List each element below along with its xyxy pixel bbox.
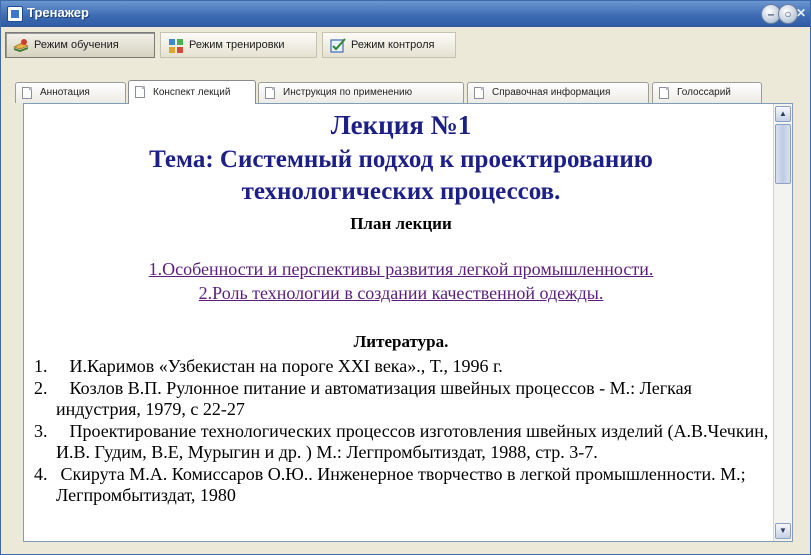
title-bar[interactable]: Тренажер – ○ ✕	[1, 1, 810, 27]
literature-item-number: 2.	[34, 378, 48, 398]
scroll-thumb[interactable]	[775, 124, 791, 184]
mode-control-button[interactable]: Режим контроля	[322, 32, 456, 58]
mode-training-button[interactable]: Режим тренировки	[160, 32, 317, 58]
tab-strip: Аннотация Конспект лекций Инструкция по …	[15, 80, 805, 104]
tab-instructions-label: Инструкция по применению	[283, 87, 413, 98]
literature-item-text: Проектирование технологических процессов…	[56, 421, 773, 462]
lecture-title: Лекция №1	[330, 110, 472, 140]
literature-item: 1. И.Каримов «Узбекистан на пороге XXI в…	[34, 356, 774, 377]
vertical-scrollbar[interactable]: ▲ ▼	[773, 104, 792, 541]
document-icon	[265, 87, 275, 99]
mode-learning-button[interactable]: Режим обучения	[5, 32, 155, 58]
document-icon	[135, 86, 145, 98]
window-title: Тренажер	[27, 5, 89, 20]
scroll-down-icon[interactable]: ▼	[775, 523, 791, 539]
mode-learning-label: Режим обучения	[34, 39, 119, 51]
plan-heading: План лекции	[350, 214, 452, 233]
literature-item: 3. Проектирование технологических процес…	[34, 421, 774, 463]
scroll-up-icon[interactable]: ▲	[775, 106, 791, 122]
tab-reference[interactable]: Справочная информация	[467, 82, 649, 103]
tab-glossary[interactable]: Голоссарий	[652, 82, 762, 103]
mode-training-label: Режим тренировки	[189, 39, 285, 51]
literature-heading: Литература.	[353, 332, 449, 351]
learning-icon	[13, 39, 29, 52]
mode-control-label: Режим контроля	[351, 39, 435, 51]
plan-link-1[interactable]: 1.Особенности и перспективы развития лег…	[34, 258, 768, 280]
document-icon	[22, 87, 32, 99]
lecture-topic-line1: Тема: Системный подход к проектированию	[149, 146, 653, 173]
lecture-topic-line2: технологических процессов.	[241, 178, 561, 205]
literature-item-number: 3.	[34, 421, 48, 441]
tab-reference-label: Справочная информация	[492, 87, 611, 98]
tab-annotation-label: Аннотация	[40, 87, 90, 98]
literature-item-text: Скирута М.А. Комиссаров О.Ю.. Инженерное…	[56, 464, 751, 505]
tab-glossary-label: Голоссарий	[677, 87, 731, 98]
lecture-content-pane[interactable]: Лекция №1 Тема: Системный подход к проек…	[23, 103, 793, 542]
tab-lecture-notes-label: Конспект лекций	[153, 87, 231, 98]
plan-link-2[interactable]: 2.Роль технологии в создании качественно…	[34, 282, 768, 304]
training-icon	[169, 39, 183, 53]
literature-item-number: 1.	[34, 356, 48, 376]
literature-item-number: 4.	[34, 464, 48, 484]
tab-lecture-notes[interactable]: Конспект лекций	[128, 80, 256, 104]
checkbox-icon	[330, 38, 346, 53]
literature-list: 1. И.Каримов «Узбекистан на пороге XXI в…	[34, 356, 774, 507]
app-icon	[7, 6, 23, 22]
close-icon[interactable]: ✕	[795, 4, 807, 22]
tab-instructions[interactable]: Инструкция по применению	[258, 82, 464, 103]
literature-item: 2. Козлов В.П. Рулонное питание и автома…	[34, 378, 774, 420]
app-window: Тренажер – ○ ✕ Режим обучения Режим трен…	[0, 0, 811, 555]
lecture-topic: Тема: Системный подход к проектированию …	[34, 144, 768, 208]
literature-item: 4. Скирута М.А. Комиссаров О.Ю.. Инженер…	[34, 464, 774, 506]
literature-item-text: Козлов В.П. Рулонное питание и автоматиз…	[56, 378, 697, 419]
document-icon	[474, 87, 484, 99]
tab-annotation[interactable]: Аннотация	[15, 82, 126, 103]
literature-item-text: И.Каримов «Узбекистан на пороге XXI века…	[56, 356, 503, 376]
document-icon	[659, 87, 669, 99]
